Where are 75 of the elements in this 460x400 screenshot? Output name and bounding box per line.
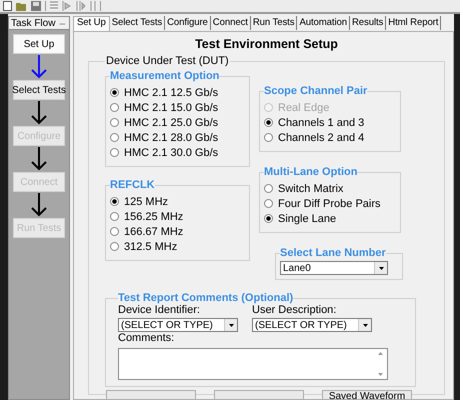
new-file-icon[interactable] [3,1,12,11]
minimize-button[interactable]: _ [59,18,65,28]
page-title: Test Environment Setup [194,37,339,53]
radio-button[interactable] [264,199,273,208]
radio-button[interactable] [110,212,119,221]
tab[interactable]: Select Tests [110,16,166,30]
down-arrow-icon [31,101,47,125]
radio-label: Single Lane [278,212,336,224]
caret-icon [362,324,368,326]
dropdown-field[interactable]: (SELECT OR TYPE) [118,318,238,332]
tab[interactable]: Run Tests [250,16,298,30]
panel-title: Task Flow [10,18,56,28]
list-icon[interactable] [50,1,58,11]
caret-icon [228,324,234,326]
radio-button[interactable] [110,197,119,206]
radio-button[interactable] [264,214,273,223]
step-button[interactable]: Set Up [13,34,65,54]
tab[interactable]: Configure [165,16,211,30]
radio-button[interactable] [110,103,119,112]
radio-label: 166.67 MHz [124,226,184,238]
radio-button[interactable] [264,133,273,142]
step-button[interactable]: Select Tests [13,80,65,100]
radio-button[interactable] [110,242,119,251]
group-title: Multi-Lane Option [264,166,358,178]
tab[interactable]: Results [350,16,386,30]
save-icon[interactable] [31,1,41,11]
caret-icon [378,266,384,270]
play-step-icon[interactable] [62,1,72,11]
group-title: Device Under Test (DUT) [105,55,230,67]
radio-label: Channels 2 and 4 [278,132,364,144]
radio-label: HMC 2.1 12.5 Gb/s [124,86,218,98]
down-arrow-icon [31,147,47,171]
group-title: Measurement Option [110,70,220,82]
radio-label: Channels 1 and 3 [278,116,364,128]
scroll-up-icon[interactable] [378,352,383,355]
radio-button[interactable] [264,184,273,193]
radio-label: Real Edge [278,102,330,114]
field-label: Device Identifier: [118,304,201,317]
radio-button[interactable] [110,88,119,97]
action-button[interactable] [106,390,196,399]
comments-field[interactable] [118,348,388,380]
radio-label: Four Diff Probe Pairs [278,198,381,210]
dropdown-field[interactable]: Lane0 [280,261,388,275]
group-title: Scope Channel Pair [264,85,368,97]
radio-label: HMC 2.1 28.0 Gb/s [124,132,218,144]
tab[interactable]: Connect [210,16,251,30]
radio-button[interactable] [110,148,119,157]
radio-label: HMC 2.1 30.0 Gb/s [124,146,218,158]
step-icon[interactable] [76,1,86,11]
scroll-down-icon[interactable] [378,373,383,376]
radio-button[interactable] [110,118,119,127]
radio-button[interactable] [110,133,119,142]
radio-label: HMC 2.1 15.0 Gb/s [124,102,218,114]
group-title: Test Report Comments (Optional) [118,292,294,304]
radio-label: Switch Matrix [278,182,344,194]
radio-button[interactable] [264,118,273,127]
action-button[interactable] [214,390,304,399]
radio-label: 125 MHz [124,196,168,208]
dropdown-field[interactable]: (SELECT OR TYPE) [252,318,372,332]
radio-label: 312.5 MHz [124,240,178,252]
action-button[interactable]: Saved Waveform [322,390,412,399]
field-label: Comments: [118,332,176,345]
pause-icon[interactable] [90,1,96,11]
radio-button[interactable] [110,227,119,236]
down-arrow-icon [31,55,47,79]
group-title: Select Lane Number [280,247,386,259]
field-label: User Description: [252,304,338,317]
open-folder-icon[interactable] [16,1,27,11]
tab[interactable]: Automation [297,16,350,30]
down-arrow-icon [31,193,47,217]
tab[interactable]: Html Report [386,16,442,30]
radio-label: HMC 2.1 25.0 Gb/s [124,116,218,128]
tab[interactable]: Set Up [73,16,110,31]
radio-label: 156.25 MHz [124,210,184,222]
group-title: REFCLK [110,179,155,191]
